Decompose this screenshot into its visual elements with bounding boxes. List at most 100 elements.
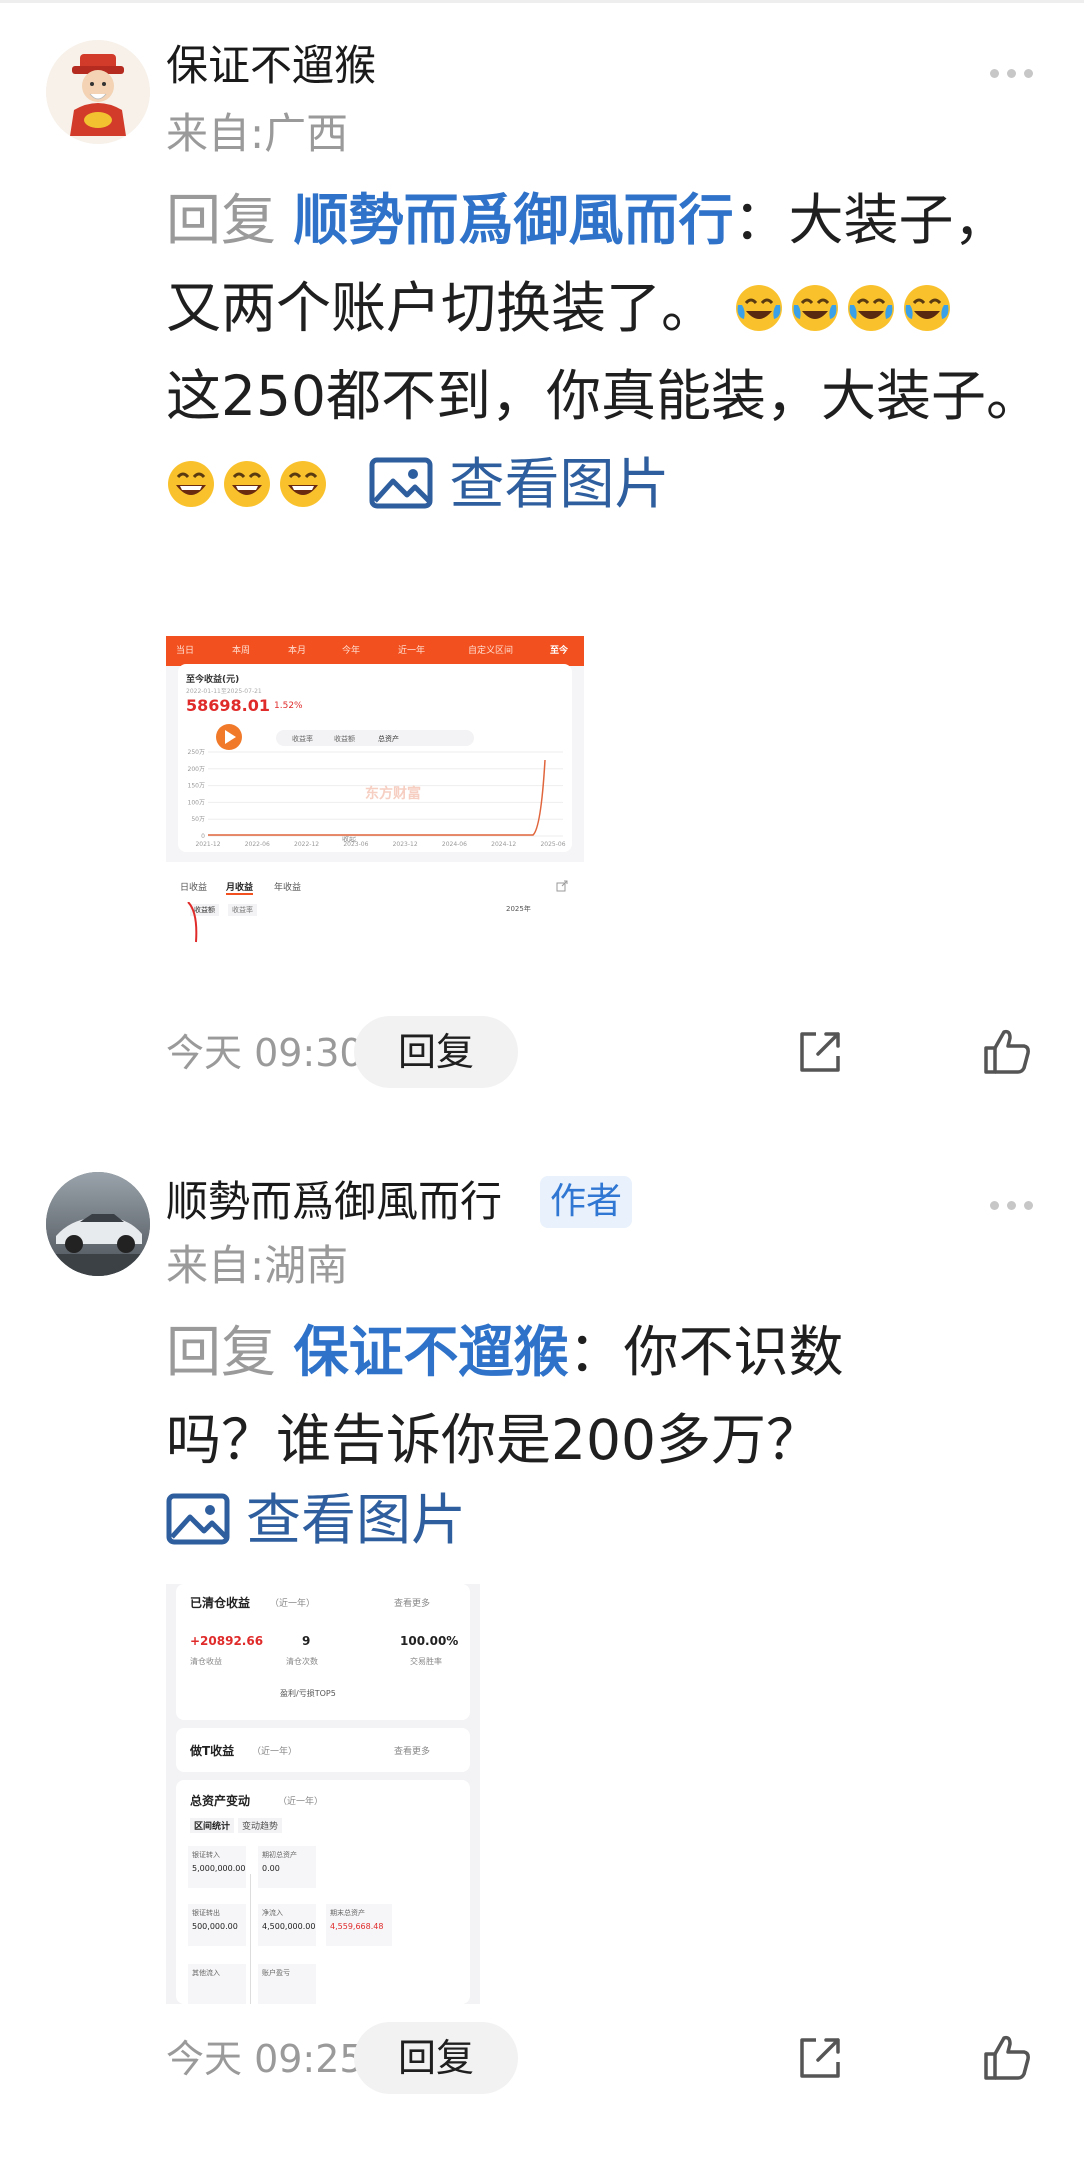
more-options-icon[interactable] xyxy=(990,62,1034,82)
image-thumbnail[interactable]: 当日 本周 本月 今年 近一年 自定义区间 至今 至今收益(元) 2022-01… xyxy=(166,636,584,998)
view-more-link: 查看更多 xyxy=(394,1747,431,1757)
flow-connector xyxy=(250,1874,251,2004)
end-assets-value: 4,559,668.48 xyxy=(330,1922,384,1931)
begin-assets-label: 期初总资产 xyxy=(262,1851,297,1859)
view-more-link: 查看更多 xyxy=(394,1599,431,1609)
section-title: 做T收益 xyxy=(190,1744,235,1758)
sub-tab: 收益率 xyxy=(228,904,257,916)
image-thumbnail[interactable]: 已清仓收益 （近一年） 查看更多 +20892.66 清仓收益 9 清仓次数 1… xyxy=(166,1584,480,2004)
y-tick-label: 0 xyxy=(201,833,205,840)
date-range: 2022-01-11至2025-07-21 xyxy=(186,688,262,695)
period-tab: 当日 xyxy=(176,646,195,656)
cleared-count-value: 9 xyxy=(302,1634,311,1648)
year-selector: 2025年 xyxy=(506,905,531,913)
section-period: （近一年） xyxy=(252,1747,298,1757)
x-tick-label: 2024-12 xyxy=(491,841,516,848)
reply-button[interactable]: 回复 xyxy=(354,1016,518,1088)
view-image-row: 查看图片 xyxy=(166,1476,1046,1564)
x-tick-label: 2022-12 xyxy=(294,841,319,848)
period-tab: 自定义区间 xyxy=(468,646,514,656)
crying-laughing-emoji-icon xyxy=(791,285,838,331)
y-tick-label: 250万 xyxy=(188,749,205,756)
begin-assets-value: 0.00 xyxy=(262,1864,280,1873)
section-title: 已清仓收益 xyxy=(190,1596,251,1610)
comment-body: 回复 顺勢而爲御風而行：大装子，又两个账户切换装了。 这250都不到，你真能装，… xyxy=(166,176,1046,528)
section-title: 总资产变动 xyxy=(190,1794,251,1808)
watermark: 东方财富 xyxy=(365,785,421,802)
thumbs-up-icon[interactable] xyxy=(982,1026,1032,1076)
cleared-profit-value: +20892.66 xyxy=(190,1634,264,1648)
top-divider xyxy=(0,0,1084,3)
x-tick-label: 2023-06 xyxy=(343,841,368,848)
comment-body: 回复 保证不遛猴：你不识数吗？谁告诉你是200多万？ xyxy=(166,1308,886,1484)
other-inflow-label: 其他流入 xyxy=(192,1969,220,1977)
earnings-label: 至今收益(元) xyxy=(186,675,240,685)
transfer-in-value: 5,000,000.00 xyxy=(192,1864,246,1873)
x-tick-label: 2024-06 xyxy=(442,841,467,848)
share-icon[interactable] xyxy=(796,1028,844,1076)
more-options-icon[interactable] xyxy=(990,1194,1034,1214)
cleared-count-label: 清仓次数 xyxy=(286,1657,318,1666)
net-inflow-label: 净流入 xyxy=(262,1909,283,1917)
play-logo-icon xyxy=(216,724,242,750)
period-tab-active: 至今 xyxy=(550,646,569,656)
y-tick-label: 50万 xyxy=(191,816,205,823)
section-period: （近一年） xyxy=(270,1599,316,1609)
transfer-out-value: 500,000.00 xyxy=(192,1922,238,1931)
avatar[interactable] xyxy=(46,1172,150,1276)
end-assets-label: 期末总资产 xyxy=(330,1909,365,1917)
crying-laughing-emoji-icon xyxy=(735,285,782,331)
bottom-tab-active: 月收益 xyxy=(226,880,254,895)
grinning-emoji-icon xyxy=(224,461,270,507)
username[interactable]: 保证不遛猴 xyxy=(166,40,376,92)
share-icon xyxy=(556,880,568,892)
reply-prefix: 回复 xyxy=(166,188,277,252)
y-tick-label: 100万 xyxy=(188,799,205,806)
reply-button[interactable]: 回复 xyxy=(354,2022,518,2094)
period-tab: 近一年 xyxy=(398,646,426,656)
comment-text: 这250都不到，你真能装，大装子。 xyxy=(166,364,1041,428)
location: 来自:广西 xyxy=(166,109,349,158)
y-tick-label: 200万 xyxy=(188,766,205,773)
bottom-tab: 年收益 xyxy=(274,883,302,893)
location: 来自:湖南 xyxy=(166,1241,349,1290)
transfer-out-label: 银证转出 xyxy=(192,1909,220,1917)
crying-laughing-emoji-icon xyxy=(847,285,894,331)
image-icon xyxy=(166,1493,230,1545)
reply-prefix: 回复 xyxy=(166,1320,277,1384)
red-curve-icon xyxy=(187,902,198,943)
view-image-link[interactable]: 查看图片 xyxy=(369,452,670,516)
period-tab: 今年 xyxy=(342,646,361,656)
fortune-god-avatar-icon xyxy=(46,40,150,144)
mention-link[interactable]: 顺勢而爲御風而行 xyxy=(294,188,734,252)
mention-link[interactable]: 保证不遛猴 xyxy=(294,1320,569,1384)
x-tick-label: 2025-06 xyxy=(540,841,565,848)
view-image-label: 查看图片 xyxy=(246,1488,467,1552)
comment-time: 今天 09:25 xyxy=(166,2037,364,2081)
bottom-tab: 日收益 xyxy=(180,883,208,893)
view-image-label: 查看图片 xyxy=(449,452,670,516)
car-avatar-icon xyxy=(46,1172,150,1276)
avatar[interactable] xyxy=(46,40,150,144)
transfer-in-label: 银证转入 xyxy=(192,1851,220,1859)
x-tick-label: 2022-06 xyxy=(245,841,270,848)
period-tab-bar xyxy=(166,636,584,666)
author-badge: 作者 xyxy=(540,1176,633,1228)
crying-laughing-emoji-icon xyxy=(903,285,950,331)
share-icon[interactable] xyxy=(796,2034,844,2082)
cleared-profit-label: 清仓收益 xyxy=(190,1657,222,1666)
username[interactable]: 顺勢而爲御風而行 xyxy=(166,1176,502,1228)
grinning-emoji-icon xyxy=(168,461,214,507)
win-rate-value: 100.00% xyxy=(400,1634,459,1648)
asset-line-chart: 250万 200万 150万 100万 50万 02021-12 2022-06 2022-1… xyxy=(188,749,566,848)
stats-tab: 变动趋势 xyxy=(238,1818,283,1833)
pnl-label: 账户盈亏 xyxy=(262,1969,290,1977)
earnings-amount: 58698.01 xyxy=(186,696,271,715)
view-image-link[interactable]: 查看图片 xyxy=(166,1488,466,1552)
y-tick-label: 150万 xyxy=(188,783,205,790)
x-tick-label: 2021-12 xyxy=(195,841,220,848)
thumbs-up-icon[interactable] xyxy=(982,2032,1032,2082)
earnings-pct: 1.52% xyxy=(274,701,303,711)
comment-time: 今天 09:30 xyxy=(166,1031,364,1075)
win-rate-label: 交易胜率 xyxy=(410,1657,442,1666)
